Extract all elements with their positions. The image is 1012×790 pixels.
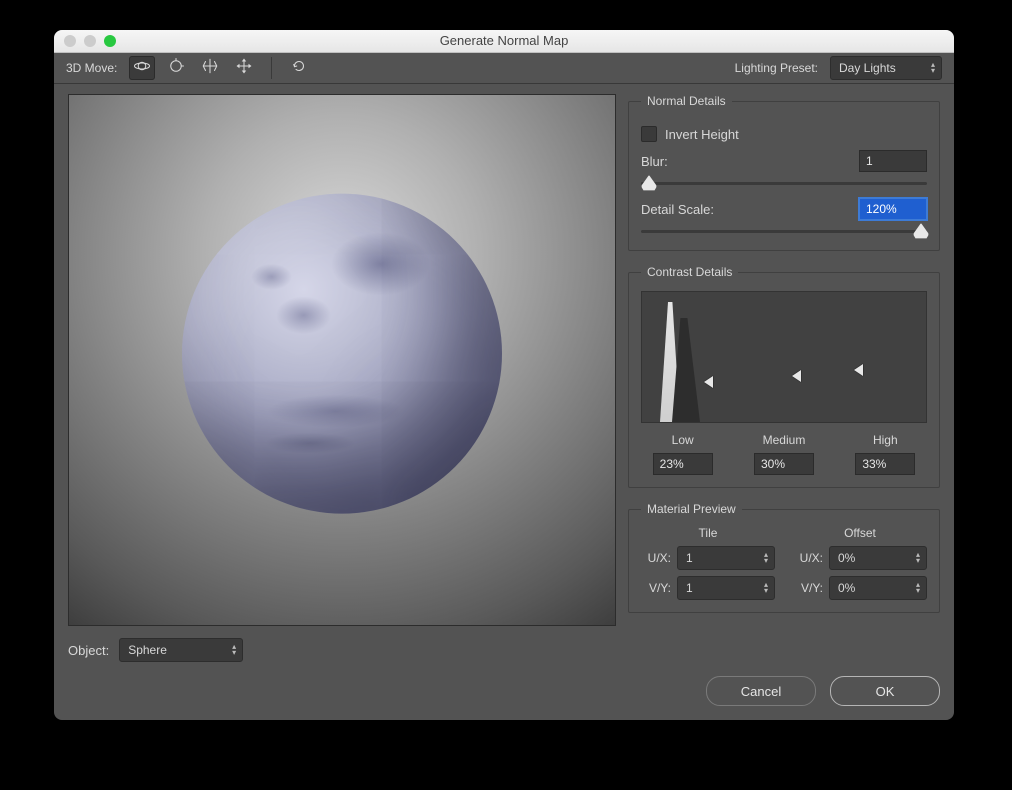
contrast-medium-input[interactable]: 30% bbox=[754, 453, 814, 475]
toolbar-divider bbox=[271, 57, 272, 79]
contrast-handle-low[interactable] bbox=[704, 376, 713, 388]
material-preview-legend: Material Preview bbox=[641, 502, 742, 516]
lighting-preset-label: Lighting Preset: bbox=[735, 61, 818, 75]
invert-height-label: Invert Height bbox=[665, 127, 739, 142]
toolbar: 3D Move: Lightin bbox=[54, 53, 954, 84]
cancel-button[interactable]: Cancel bbox=[706, 676, 816, 706]
chevron-updown-icon: ▴▾ bbox=[764, 582, 768, 594]
object-value: Sphere bbox=[128, 643, 167, 657]
blur-slider[interactable] bbox=[641, 176, 927, 190]
chevron-updown-icon: ▴▾ bbox=[232, 644, 236, 656]
detail-scale-value: 120% bbox=[866, 202, 897, 216]
object-select[interactable]: Sphere ▴▾ bbox=[119, 638, 243, 662]
orbit-tool-button[interactable] bbox=[129, 56, 155, 80]
material-preview-panel: Material Preview Tile U/X: 1 ▴▾ bbox=[628, 502, 940, 613]
tile-ux-value: 1 bbox=[686, 551, 693, 565]
window-title: Generate Normal Map bbox=[54, 33, 954, 48]
blur-label: Blur: bbox=[641, 154, 668, 169]
contrast-high-label: High bbox=[873, 433, 898, 447]
blur-input[interactable]: 1 bbox=[859, 150, 927, 172]
chevron-updown-icon: ▴▾ bbox=[916, 582, 920, 594]
invert-height-checkbox[interactable] bbox=[641, 126, 657, 142]
preview-viewport[interactable] bbox=[68, 94, 616, 626]
tile-ux-select[interactable]: 1 ▴▾ bbox=[677, 546, 775, 570]
tile-vy-value: 1 bbox=[686, 581, 693, 595]
contrast-high-value: 33% bbox=[862, 457, 886, 471]
move-arrows-icon bbox=[235, 57, 253, 78]
tile-heading: Tile bbox=[641, 526, 775, 540]
cancel-button-label: Cancel bbox=[741, 684, 781, 699]
contrast-histogram[interactable] bbox=[641, 291, 927, 423]
normal-details-panel: Normal Details Invert Height Blur: 1 bbox=[628, 94, 940, 251]
blur-value: 1 bbox=[866, 154, 873, 168]
offset-ux-label: U/X: bbox=[793, 551, 823, 565]
contrast-low-input[interactable]: 23% bbox=[653, 453, 713, 475]
dialog-button-row: Cancel OK bbox=[68, 672, 940, 706]
contrast-low-value: 23% bbox=[660, 457, 684, 471]
object-label: Object: bbox=[68, 643, 109, 658]
slider-thumb[interactable] bbox=[913, 223, 929, 239]
tile-vy-select[interactable]: 1 ▴▾ bbox=[677, 576, 775, 600]
normal-details-legend: Normal Details bbox=[641, 94, 732, 108]
offset-vy-label: V/Y: bbox=[793, 581, 823, 595]
tile-ux-label: U/X: bbox=[641, 551, 671, 565]
contrast-handle-medium[interactable] bbox=[792, 370, 801, 382]
offset-ux-select[interactable]: 0% ▴▾ bbox=[829, 546, 927, 570]
titlebar: Generate Normal Map bbox=[54, 30, 954, 53]
slider-thumb[interactable] bbox=[641, 175, 657, 191]
chevron-updown-icon: ▴▾ bbox=[931, 62, 935, 74]
dialog-generate-normal-map: Generate Normal Map 3D Move: bbox=[54, 30, 954, 720]
detail-scale-slider[interactable] bbox=[641, 224, 927, 238]
contrast-details-legend: Contrast Details bbox=[641, 265, 738, 279]
offset-vy-value: 0% bbox=[838, 581, 855, 595]
orbit-icon bbox=[133, 57, 151, 78]
preview-object bbox=[182, 194, 502, 514]
tile-vy-label: V/Y: bbox=[641, 581, 671, 595]
offset-ux-value: 0% bbox=[838, 551, 855, 565]
contrast-medium-value: 30% bbox=[761, 457, 785, 471]
roll-tool-button[interactable] bbox=[163, 56, 189, 80]
contrast-high-input[interactable]: 33% bbox=[855, 453, 915, 475]
lighting-preset-value: Day Lights bbox=[839, 61, 896, 75]
lighting-preset-select[interactable]: Day Lights ▴▾ bbox=[830, 56, 942, 80]
reset-view-button[interactable] bbox=[286, 56, 312, 80]
chevron-updown-icon: ▴▾ bbox=[916, 552, 920, 564]
offset-heading: Offset bbox=[793, 526, 927, 540]
move-tool-button[interactable] bbox=[231, 56, 257, 80]
contrast-medium-label: Medium bbox=[763, 433, 806, 447]
offset-vy-select[interactable]: 0% ▴▾ bbox=[829, 576, 927, 600]
contrast-low-label: Low bbox=[672, 433, 694, 447]
chevron-updown-icon: ▴▾ bbox=[764, 552, 768, 564]
detail-scale-label: Detail Scale: bbox=[641, 202, 714, 217]
pan-icon bbox=[201, 57, 219, 78]
3d-move-label: 3D Move: bbox=[66, 61, 117, 75]
ok-button[interactable]: OK bbox=[830, 676, 940, 706]
ok-button-label: OK bbox=[876, 684, 895, 699]
contrast-details-panel: Contrast Details Low bbox=[628, 265, 940, 488]
undo-icon bbox=[290, 57, 308, 78]
roll-icon bbox=[167, 57, 185, 78]
contrast-handle-high[interactable] bbox=[854, 364, 863, 376]
pan-tool-button[interactable] bbox=[197, 56, 223, 80]
detail-scale-input[interactable]: 120% bbox=[859, 198, 927, 220]
